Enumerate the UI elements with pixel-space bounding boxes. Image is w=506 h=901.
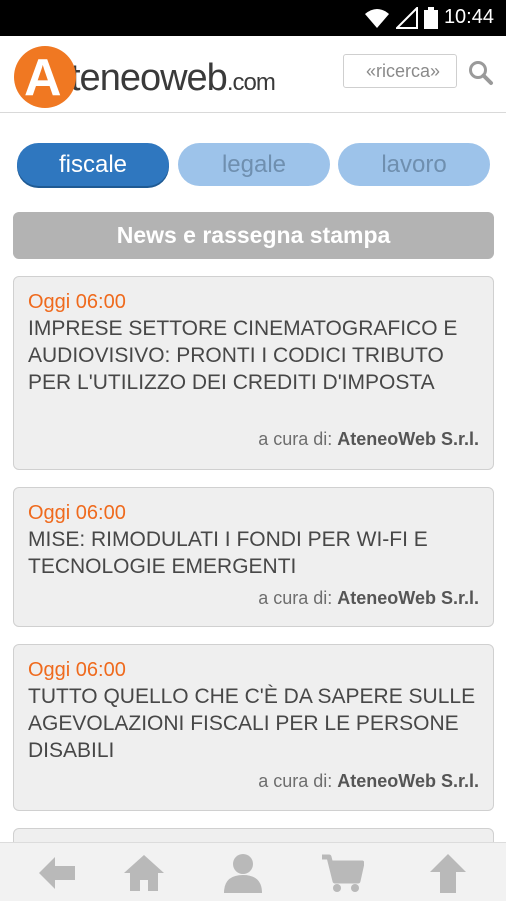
author-name: AteneoWeb S.r.l.	[337, 429, 479, 449]
cart-icon[interactable]	[320, 851, 364, 895]
logo-wordmark: teneoweb	[70, 57, 228, 99]
section-title: News e rassegna stampa	[13, 212, 494, 259]
news-author: a cura di: AteneoWeb S.r.l.	[258, 771, 479, 792]
news-title[interactable]: IMPRESE SETTORE CINEMATOGRAFICO E AUDIOV…	[28, 315, 479, 396]
tab-legale[interactable]: legale	[178, 143, 330, 186]
news-time: Oggi 06:00	[28, 659, 126, 681]
signal-icon	[395, 6, 418, 29]
logo-text: teneoweb.com	[70, 57, 276, 108]
news-time: Oggi 06:00	[28, 502, 126, 524]
bottom-navigation	[0, 842, 506, 901]
author-name: AteneoWeb S.r.l.	[337, 588, 479, 608]
author-prefix: a cura di:	[258, 429, 333, 449]
news-title[interactable]: MISE: RIMODULATI I FONDI PER WI-FI E TEC…	[28, 526, 479, 580]
logo-badge: A	[14, 46, 76, 108]
author-prefix: a cura di:	[258, 771, 333, 791]
tab-fiscale[interactable]: fiscale	[17, 143, 169, 186]
news-title[interactable]: TUTTO QUELLO CHE C'È DA SAPERE SULLE AGE…	[28, 683, 479, 764]
battery-icon	[423, 6, 438, 29]
status-bar: 10:44	[0, 0, 506, 36]
ateneoweb-logo[interactable]: A teneoweb.com	[14, 42, 276, 108]
news-time: Oggi 06:00	[28, 291, 126, 313]
back-arrow-icon[interactable]	[35, 851, 79, 895]
news-author: a cura di: AteneoWeb S.r.l.	[258, 588, 479, 609]
user-icon[interactable]	[221, 851, 265, 895]
category-tabs: fiscale legale lavoro	[17, 143, 491, 187]
search-placeholder: «ricerca»	[366, 61, 441, 81]
app-header: A teneoweb.com «ricerca»	[0, 36, 506, 113]
tab-lavoro[interactable]: lavoro	[338, 143, 490, 186]
search-icon[interactable]	[468, 60, 494, 86]
author-name: AteneoWeb S.r.l.	[337, 771, 479, 791]
news-card[interactable]: Oggi 06:00 MISE: RIMODULATI I FONDI PER …	[13, 487, 494, 627]
wifi-icon	[364, 8, 389, 28]
up-arrow-icon[interactable]	[426, 851, 470, 895]
news-card[interactable]: Oggi 06:00 IMPRESE SETTORE CINEMATOGRAFI…	[13, 276, 494, 470]
author-prefix: a cura di:	[258, 588, 333, 608]
home-icon[interactable]	[122, 851, 166, 895]
logo-letter: A	[24, 49, 62, 107]
search-input[interactable]: «ricerca»	[343, 54, 457, 88]
news-card[interactable]: Oggi 06:00 TUTTO QUELLO CHE C'È DA SAPER…	[13, 644, 494, 811]
status-time: 10:44	[443, 6, 494, 28]
news-author: a cura di: AteneoWeb S.r.l.	[258, 429, 479, 450]
logo-domain: .com	[226, 69, 276, 96]
